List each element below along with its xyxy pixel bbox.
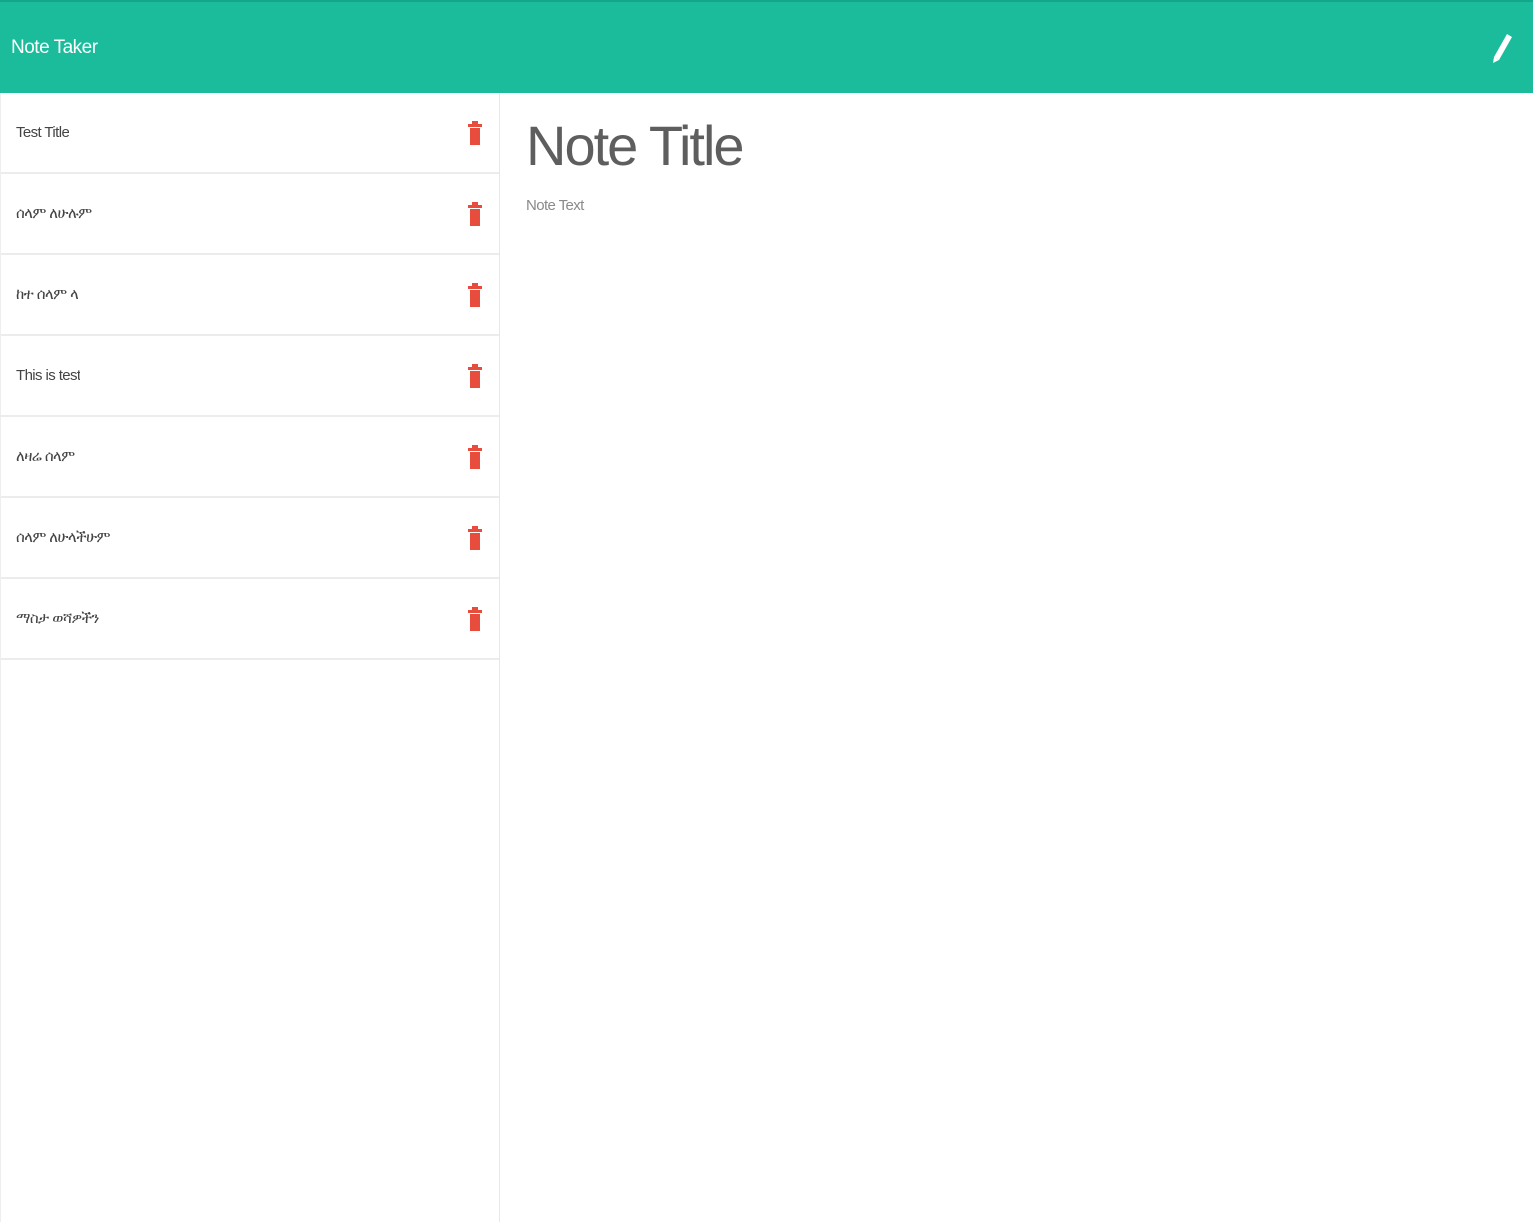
notes-sidebar: Test Title ሰላም ለሁሉም ከተ ሰላም ላ This is tes…: [0, 93, 500, 1222]
note-editor: [500, 93, 1533, 1222]
list-item[interactable]: ከተ ሰላም ላ: [1, 255, 499, 336]
new-note-button[interactable]: [1485, 28, 1519, 68]
note-item-title[interactable]: ሰላም ለሁላችሁም: [16, 529, 110, 546]
note-item-title[interactable]: This is test: [16, 367, 80, 384]
list-item[interactable]: Test Title: [1, 93, 499, 174]
note-item-title[interactable]: Test Title: [16, 124, 69, 141]
trash-icon: [468, 606, 482, 631]
note-item-title[interactable]: ማስታ ወሻዎችን: [16, 610, 99, 627]
delete-note-button[interactable]: [465, 524, 485, 552]
list-item[interactable]: ሰላም ለሁሉም: [1, 174, 499, 255]
trash-icon: [468, 525, 482, 550]
navbar: Note Taker: [0, 0, 1533, 93]
list-item[interactable]: This is test: [1, 336, 499, 417]
list-item[interactable]: ለዛሬ ሰላም: [1, 417, 499, 498]
trash-icon: [468, 363, 482, 388]
delete-note-button[interactable]: [465, 362, 485, 390]
trash-icon: [468, 201, 482, 226]
list-item[interactable]: ማስታ ወሻዎችን: [1, 579, 499, 660]
delete-note-button[interactable]: [465, 281, 485, 309]
delete-note-button[interactable]: [465, 119, 485, 147]
note-title-input[interactable]: [526, 109, 1506, 181]
note-item-title[interactable]: ከተ ሰላም ላ: [16, 286, 78, 303]
note-item-title[interactable]: ለዛሬ ሰላም: [16, 448, 75, 465]
trash-icon: [468, 120, 482, 145]
delete-note-button[interactable]: [465, 443, 485, 471]
note-list: Test Title ሰላም ለሁሉም ከተ ሰላም ላ This is tes…: [1, 93, 499, 660]
note-item-title[interactable]: ሰላም ለሁሉም: [16, 205, 92, 222]
delete-note-button[interactable]: [465, 200, 485, 228]
note-taker-app: Note Taker Test Title ሰላም ለሁሉም ከተ ሰላም ላ …: [0, 0, 1533, 1222]
app-title[interactable]: Note Taker: [11, 37, 98, 59]
note-text-area[interactable]: [526, 197, 1506, 1177]
trash-icon: [468, 282, 482, 307]
trash-icon: [468, 444, 482, 469]
pencil-icon: [1493, 33, 1512, 63]
delete-note-button[interactable]: [465, 605, 485, 633]
list-item[interactable]: ሰላም ለሁላችሁም: [1, 498, 499, 579]
